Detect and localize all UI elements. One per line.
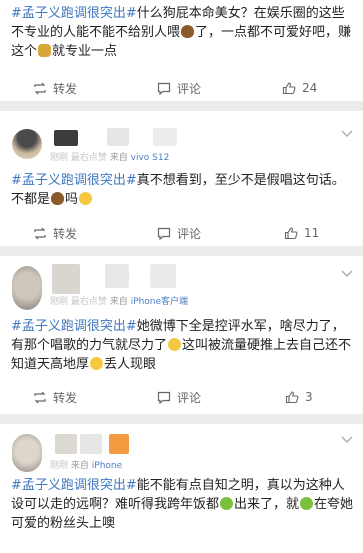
device-link[interactable]: iPhone	[92, 461, 122, 471]
like-count: 11	[304, 226, 320, 240]
avatar[interactable]	[12, 266, 42, 310]
smile-emoji-icon	[168, 338, 182, 351]
thinking-emoji-icon	[90, 357, 104, 370]
username-redacted	[150, 264, 176, 288]
post-card: 刚刚 最右点赞 来自 iPhone客户端 #孟子义跑调很突出#她微博下全是控评水…	[0, 256, 363, 414]
repost-label: 转发	[53, 390, 78, 405]
device-link[interactable]: iPhone客户端	[131, 297, 188, 307]
money-bag-emoji-icon	[38, 44, 52, 57]
comment-button[interactable]: 评论	[157, 220, 201, 246]
username-redacted	[52, 264, 80, 294]
username-redacted	[54, 130, 78, 146]
avatar[interactable]	[12, 434, 42, 472]
chevron-down-icon[interactable]	[341, 270, 353, 278]
thumbs-up-icon	[282, 81, 296, 94]
post-meta: 刚刚 最右点赞 来自 vivo S12	[50, 153, 170, 163]
comment-icon	[157, 227, 171, 240]
action-bar: 转发 评论 3	[0, 384, 363, 410]
post-text: #孟子义跑调很突出#真不想看到，至少不是假唱这句话。不都是吗	[11, 173, 345, 207]
like-button[interactable]: 11	[284, 220, 319, 246]
topic-tag[interactable]: #孟子义跑调很突出#	[11, 478, 137, 493]
vomit-emoji-icon	[300, 497, 314, 510]
poop-emoji-icon	[181, 25, 195, 38]
repost-button[interactable]: 转发	[33, 220, 77, 246]
post-card: 刚刚 来自 iPhone #孟子义跑调很突出#能不能有点自知之明，真以为这种人设…	[0, 424, 363, 553]
avatar[interactable]	[12, 129, 42, 159]
poop-emoji-icon	[51, 192, 65, 205]
repost-icon	[34, 82, 46, 94]
post-text: #孟子义跑调很突出#什么狗屁本命美女？在娱乐圈的这些不专业的人能不能不给别人喂了…	[11, 6, 352, 59]
username-redacted	[55, 434, 77, 454]
username-redacted	[153, 128, 177, 146]
comment-label: 评论	[177, 81, 202, 96]
topic-tag[interactable]: #孟子义跑调很突出#	[11, 173, 137, 188]
repost-label: 转发	[53, 226, 78, 241]
like-count: 24	[302, 81, 318, 95]
post-meta: 刚刚 来自 iPhone	[50, 461, 123, 471]
post-meta: 刚刚 最右点赞 来自 iPhone客户端	[50, 297, 189, 307]
topic-tag[interactable]: #孟子义跑调很突出#	[11, 6, 137, 21]
action-bar: 转发 评论 11	[0, 220, 363, 246]
comment-label: 评论	[177, 390, 202, 405]
action-bar: 转发 评论 24	[0, 75, 363, 101]
device-link[interactable]: vivo S12	[131, 153, 170, 163]
repost-button[interactable]: 转发	[33, 384, 77, 410]
post-text: #孟子义跑调很突出#能不能有点自知之明，真以为这种人设可以走的远啊？难听得我跨年…	[11, 478, 354, 531]
vomit-emoji-icon	[220, 497, 234, 510]
repost-label: 转发	[53, 81, 78, 96]
post-header: 刚刚 来自 iPhone	[0, 424, 363, 472]
topic-tag[interactable]: #孟子义跑调很突出#	[11, 319, 137, 334]
post-header: 刚刚 最右点赞 来自 vivo S12	[0, 111, 363, 163]
username-redacted	[107, 128, 129, 146]
like-button[interactable]: 24	[282, 75, 317, 101]
comment-button[interactable]: 评论	[157, 75, 201, 101]
post-card: 刚刚 最右点赞 来自 vivo S12 #孟子义跑调很突出#真不想看到，至少不是…	[0, 111, 363, 246]
post-text: #孟子义跑调很突出#她微博下全是控评水军，啥尽力了，有那个唱歌的力气就尽力了 这叫…	[11, 319, 352, 372]
smile-sweat-emoji-icon	[79, 192, 93, 205]
like-button[interactable]: 3	[285, 384, 313, 410]
repost-button[interactable]: 转发	[33, 75, 77, 101]
thumbs-up-icon	[284, 226, 298, 239]
comment-button[interactable]: 评论	[157, 384, 201, 410]
comment-label: 评论	[177, 226, 202, 241]
post-card: #孟子义跑调很突出#什么狗屁本命美女？在娱乐圈的这些不专业的人能不能不给别人喂了…	[0, 0, 363, 101]
username-redacted	[109, 434, 129, 454]
username-redacted	[105, 264, 129, 288]
comment-icon	[157, 82, 171, 95]
repost-icon	[34, 391, 46, 403]
chevron-down-icon[interactable]	[341, 130, 353, 138]
username-redacted	[80, 434, 102, 454]
repost-icon	[34, 227, 46, 239]
post-header: 刚刚 最右点赞 来自 iPhone客户端	[0, 256, 363, 310]
thumbs-up-icon	[285, 390, 299, 403]
comment-icon	[157, 391, 171, 404]
chevron-down-icon[interactable]	[341, 436, 353, 444]
like-count: 3	[305, 390, 313, 404]
